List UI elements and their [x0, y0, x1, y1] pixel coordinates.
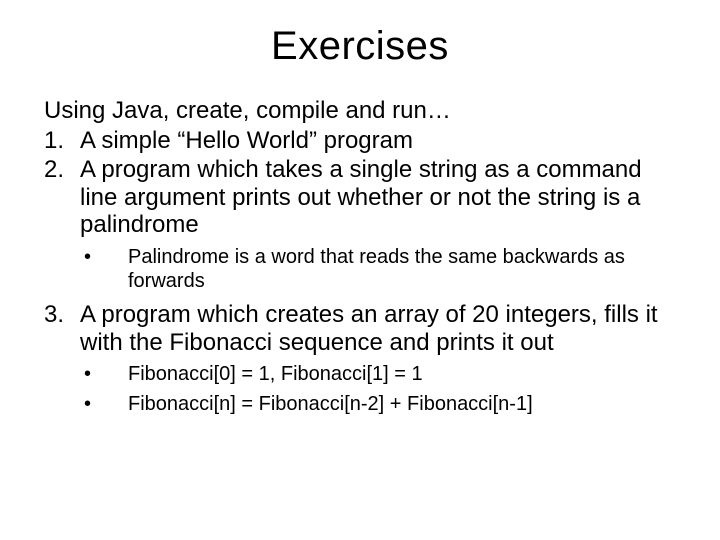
sub-item: • Fibonacci[0] = 1, Fibonacci[1] = 1 — [44, 362, 676, 386]
list-number: 1. — [44, 127, 80, 155]
list-item: 2. A program which takes a single string… — [44, 156, 676, 239]
list-text: A program which creates an array of 20 i… — [80, 301, 676, 356]
sub-text: Palindrome is a word that reads the same… — [128, 245, 676, 293]
sub-item: • Fibonacci[n] = Fibonacci[n-2] + Fibona… — [44, 392, 676, 416]
sub-text: Fibonacci[n] = Fibonacci[n-2] + Fibonacc… — [128, 392, 676, 416]
bullet-icon: • — [44, 362, 128, 386]
sub-item: • Palindrome is a word that reads the sa… — [44, 245, 676, 293]
list-item: 3. A program which creates an array of 2… — [44, 301, 676, 356]
list-text: A simple “Hello World” program — [80, 127, 676, 155]
sub-text: Fibonacci[0] = 1, Fibonacci[1] = 1 — [128, 362, 676, 386]
list-item: 1. A simple “Hello World” program — [44, 127, 676, 155]
list-number: 2. — [44, 156, 80, 239]
slide-title: Exercises — [44, 24, 676, 69]
list-text: A program which takes a single string as… — [80, 156, 676, 239]
intro-text: Using Java, create, compile and run… — [44, 97, 676, 125]
list-number: 3. — [44, 301, 80, 356]
bullet-icon: • — [44, 245, 128, 293]
bullet-icon: • — [44, 392, 128, 416]
slide: Exercises Using Java, create, compile an… — [0, 0, 720, 540]
